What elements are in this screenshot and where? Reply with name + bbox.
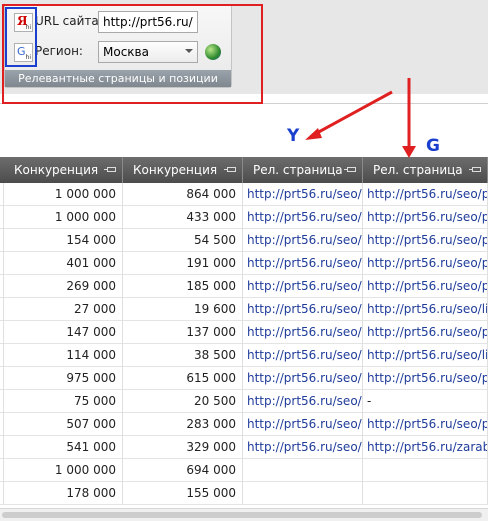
relevant-page-link[interactable]	[243, 482, 363, 505]
competition-cell: 54 500	[123, 229, 243, 252]
pin-icon[interactable]	[224, 167, 236, 172]
competition-cell: 147 000	[4, 321, 123, 344]
competition-cell: 401 000	[4, 252, 123, 275]
competition-cell: 137 000	[123, 321, 243, 344]
competition-cell: 1 000 000	[4, 183, 123, 206]
relevant-page-link[interactable]	[363, 459, 488, 482]
annotation-arrows	[305, 78, 416, 158]
competition-cell: 615 000	[123, 367, 243, 390]
competition-cell: 178 000	[4, 482, 123, 505]
competition-cell: 114 000	[4, 344, 123, 367]
pin-icon[interactable]	[344, 167, 356, 172]
grid-header: Конкуренция Конкуренция Рел. страница Ре…	[0, 157, 488, 183]
relevant-page-link[interactable]: http://prt56.ru/seo/p	[363, 252, 488, 275]
relevant-page-link[interactable]: http://prt56.ru/seo/p	[243, 367, 363, 390]
competition-cell: 1 000 000	[4, 206, 123, 229]
relevant-page-link[interactable]: http://prt56.ru/seo/p	[363, 321, 488, 344]
relevant-page-link[interactable]	[363, 482, 488, 505]
arrow-head-g	[402, 146, 416, 158]
relevant-page-link[interactable]: http://prt56.ru/seo/p	[363, 229, 488, 252]
table-row[interactable]: 401 000 191 000 http://prt56.ru/seo/p http:…	[0, 252, 488, 275]
table-row[interactable]: 75 000 20 500 http://prt56.ru/seo/p -	[0, 390, 488, 413]
relevant-page-link[interactable]: http://prt56.ru/seo/p	[363, 206, 488, 229]
relevant-page-link[interactable]: http://prt56.ru/seo/li	[363, 344, 488, 367]
competition-cell: 541 000	[4, 436, 123, 459]
column-header[interactable]: Рел. страница	[243, 157, 363, 183]
competition-cell: 329 000	[123, 436, 243, 459]
competition-cell: 975 000	[4, 367, 123, 390]
competition-cell: 185 000	[123, 275, 243, 298]
competition-cell: 269 000	[4, 275, 123, 298]
results-grid: Конкуренция Конкуренция Рел. страница Ре…	[0, 157, 488, 505]
relevant-page-link[interactable]: http://prt56.ru/seo/p	[243, 390, 363, 413]
relevant-page-link[interactable]: http://prt56.ru/seo/p	[363, 275, 488, 298]
relevant-page-link[interactable]: http://prt56.ru/seo/p	[243, 298, 363, 321]
competition-cell: 75 000	[4, 390, 123, 413]
column-header-label: Рел. страница	[253, 163, 343, 177]
table-row[interactable]: 147 000 137 000 http://prt56.ru/seo/p http:…	[0, 321, 488, 344]
relevant-page-link[interactable]: http://prt56.ru/seo/p	[243, 229, 363, 252]
scrollbar-thumb[interactable]	[2, 512, 482, 518]
relevant-page-link[interactable]	[243, 459, 363, 482]
pin-icon[interactable]	[469, 167, 481, 172]
column-header-label: Конкуренция	[133, 163, 218, 177]
competition-cell: 433 000	[123, 206, 243, 229]
column-header[interactable]: Рел. страница	[363, 157, 488, 183]
competition-cell: 19 600	[123, 298, 243, 321]
relevant-page-link[interactable]: http://prt56.ru/seo/li	[363, 298, 488, 321]
competition-cell: 507 000	[4, 413, 123, 436]
column-header[interactable]: Конкуренция	[123, 157, 243, 183]
relevant-page-link[interactable]: http://prt56.ru/seo/p	[363, 413, 488, 436]
table-row[interactable]: 541 000 329 000 http://prt56.ru/seo/p http:…	[0, 436, 488, 459]
table-row[interactable]: 178 000 155 000	[0, 482, 488, 505]
arrow-to-y	[314, 90, 393, 136]
competition-cell: 283 000	[123, 413, 243, 436]
table-row[interactable]: 114 000 38 500 http://prt56.ru/seo/p http:/…	[0, 344, 488, 367]
competition-cell: 20 500	[123, 390, 243, 413]
column-header-label: Конкуренция	[14, 163, 99, 177]
table-row[interactable]: 269 000 185 000 http://prt56.ru/seo/p http:…	[0, 275, 488, 298]
competition-cell: 154 000	[4, 229, 123, 252]
competition-cell: 27 000	[4, 298, 123, 321]
competition-cell: 864 000	[123, 183, 243, 206]
annotation-g-label: G	[426, 136, 440, 156]
table-row[interactable]: 154 000 54 500 http://prt56.ru/seo/p http:/…	[0, 229, 488, 252]
competition-cell: 155 000	[123, 482, 243, 505]
competition-cell: 38 500	[123, 344, 243, 367]
relevant-page-link[interactable]: http://prt56.ru/seo/p	[243, 183, 363, 206]
relevant-page-link[interactable]: http://prt56.ru/seo/p	[243, 252, 363, 275]
column-header[interactable]: Конкуренция	[4, 157, 123, 183]
relevant-page-link[interactable]: http://prt56.ru/seo/p	[243, 436, 363, 459]
relevant-page-link[interactable]: http://prt56.ru/seo/p	[363, 183, 488, 206]
arrow-head-y	[305, 128, 322, 140]
table-row[interactable]: 1 000 000 694 000	[0, 459, 488, 482]
relevant-page-link[interactable]: -	[363, 390, 488, 413]
competition-cell: 191 000	[123, 252, 243, 275]
relevant-page-link[interactable]: http://prt56.ru/zarab	[363, 436, 488, 459]
pin-icon[interactable]	[104, 167, 116, 172]
table-row[interactable]: 975 000 615 000 http://prt56.ru/seo/p http:…	[0, 367, 488, 390]
horizontal-scrollbar[interactable]	[0, 508, 488, 521]
relevant-page-link[interactable]: http://prt56.ru/seo/p	[243, 275, 363, 298]
relevant-page-link[interactable]: http://prt56.ru/seo/p	[243, 344, 363, 367]
competition-cell: 1 000 000	[4, 459, 123, 482]
relevant-page-link[interactable]: http://prt56.ru/seo/p	[363, 367, 488, 390]
annotation-y-label: Y	[287, 126, 300, 146]
column-header-label: Рел. страница	[373, 163, 463, 177]
relevant-page-link[interactable]: http://prt56.ru/seo/p	[243, 413, 363, 436]
relevant-page-link[interactable]: http://prt56.ru/seo/p	[243, 206, 363, 229]
table-row[interactable]: 1 000 000 433 000 http://prt56.ru/seo/p htt…	[0, 206, 488, 229]
table-row[interactable]: 27 000 19 600 http://prt56.ru/seo/p http://…	[0, 298, 488, 321]
grid-body: 1 000 000 864 000 http://prt56.ru/seo/p htt…	[0, 183, 488, 505]
table-row[interactable]: 1 000 000 864 000 http://prt56.ru/seo/p htt…	[0, 183, 488, 206]
competition-cell: 694 000	[123, 459, 243, 482]
table-row[interactable]: 507 000 283 000 http://prt56.ru/seo/p http:…	[0, 413, 488, 436]
relevant-page-link[interactable]: http://prt56.ru/seo/p	[243, 321, 363, 344]
